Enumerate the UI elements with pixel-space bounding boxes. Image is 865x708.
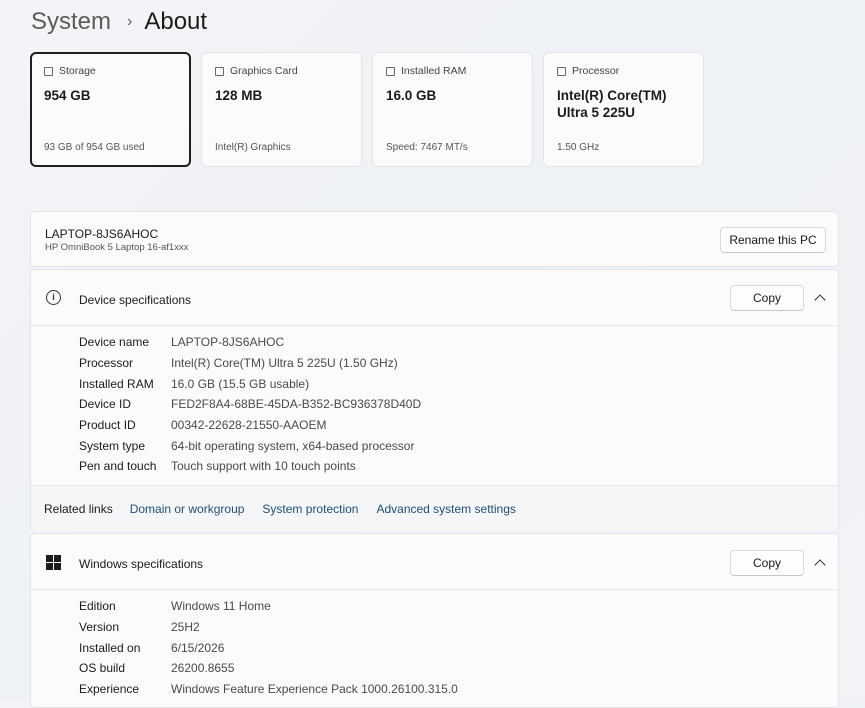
windows-logo-icon [46, 555, 61, 570]
breadcrumb-system[interactable]: System [31, 8, 111, 36]
installed-ram-card[interactable]: Installed RAM 16.0 GB Speed: 7467 MT/s [372, 52, 533, 167]
card-subtext: 93 GB of 954 GB used [44, 142, 145, 153]
storage-card[interactable]: Storage 954 GB 93 GB of 954 GB used [30, 52, 191, 167]
ram-icon [386, 66, 395, 76]
chevron-right-icon: › [127, 13, 133, 30]
card-label: Storage [59, 65, 96, 77]
chevron-up-icon[interactable] [814, 559, 826, 571]
windows-specifications-title: Windows specifications [79, 557, 204, 571]
spec-row: Installed RAM 16.0 GB (15.5 GB usable) [79, 377, 310, 391]
spec-row: Device name LAPTOP-8JS6AHOC [79, 335, 285, 349]
card-subtext: Speed: 7467 MT/s [386, 142, 468, 153]
processor-card[interactable]: Processor Intel(R) Core(TM) Ultra 5 225U… [543, 52, 704, 167]
pc-name: LAPTOP-8JS6AHOC [45, 227, 159, 241]
graphics-card-card[interactable]: Graphics Card 128 MB Intel(R) Graphics [201, 52, 362, 167]
info-icon: i [46, 290, 61, 305]
card-value: 16.0 GB [386, 88, 437, 103]
summary-cards: Storage 954 GB 93 GB of 954 GB used Grap… [30, 52, 704, 167]
advanced-system-settings-link[interactable]: Advanced system settings [376, 502, 515, 516]
card-value: Intel(R) Core(TM) Ultra 5 225U [557, 88, 667, 120]
card-subtext: 1.50 GHz [557, 142, 600, 153]
divider [31, 325, 838, 326]
card-label: Graphics Card [230, 65, 298, 77]
copy-device-specs-button[interactable]: Copy [730, 285, 804, 311]
copy-windows-specs-button[interactable]: Copy [730, 550, 804, 576]
spec-row: Product ID 00342-22628-21550-AAOEM [79, 418, 327, 432]
storage-icon [44, 66, 53, 76]
spec-row: Device ID FED2F8A4-68BE-45DA-B352-BC9363… [79, 397, 422, 411]
spec-row: System type 64-bit operating system, x64… [79, 439, 415, 453]
spec-row: Edition Windows 11 Home [79, 599, 271, 613]
system-protection-link[interactable]: System protection [262, 502, 358, 516]
spec-row: Installed on 6/15/2026 [79, 641, 225, 655]
card-value: 954 GB [44, 88, 91, 103]
spec-row: Version 25H2 [79, 620, 200, 634]
spec-row: Processor Intel(R) Core(TM) Ultra 5 225U… [79, 356, 398, 370]
domain-or-workgroup-link[interactable]: Domain or workgroup [130, 502, 245, 516]
pc-model: HP OmniBook 5 Laptop 16-af1xxx [45, 242, 189, 253]
spec-row: Pen and touch Touch support with 10 touc… [79, 459, 356, 473]
related-links-bar: Related links Domain or workgroup System… [31, 485, 838, 531]
card-label: Processor [572, 65, 620, 77]
page-title: About [144, 8, 208, 35]
rename-pc-button[interactable]: Rename this PC [720, 227, 826, 253]
pc-name-panel: LAPTOP-8JS6AHOC HP OmniBook 5 Laptop 16-… [30, 211, 839, 267]
card-label: Installed RAM [401, 65, 467, 77]
spec-row: OS build 26200.8655 [79, 661, 235, 675]
card-subtext: Intel(R) Graphics [215, 142, 291, 153]
graphics-card-icon [215, 66, 224, 76]
processor-icon [557, 66, 566, 76]
device-specifications-panel: i Device specifications Copy Device name… [30, 269, 839, 531]
windows-specifications-panel: Windows specifications Copy Edition Wind… [30, 533, 839, 708]
related-links-label: Related links [44, 501, 113, 516]
chevron-up-icon[interactable] [814, 294, 826, 306]
spec-row: Experience Windows Feature Experience Pa… [79, 682, 458, 696]
divider [31, 589, 838, 590]
device-specifications-title: Device specifications [79, 293, 192, 307]
card-value: 128 MB [215, 88, 263, 103]
breadcrumb: System › About [31, 8, 207, 36]
